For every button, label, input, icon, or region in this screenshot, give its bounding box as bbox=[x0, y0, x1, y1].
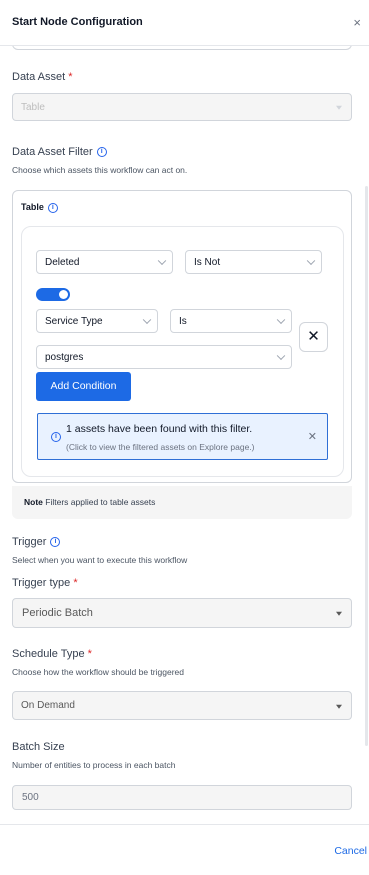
condition-operator-value: Is bbox=[179, 315, 187, 327]
batch-size-label: Batch Size bbox=[12, 741, 65, 753]
chevron-down-icon bbox=[142, 315, 152, 325]
note-label: Note bbox=[24, 497, 43, 507]
info-icon[interactable]: i bbox=[47, 202, 58, 213]
toggle-knob bbox=[59, 289, 68, 299]
assets-found-alert[interactable]: i 1 assets have been found with this fil… bbox=[37, 413, 328, 460]
data-asset-value: Table bbox=[21, 101, 45, 113]
condition-operator-value: Is Not bbox=[194, 256, 221, 268]
alert-subtitle: (Click to view the filtered assets on Ex… bbox=[66, 442, 255, 452]
condition-value-select[interactable]: postgres bbox=[36, 345, 292, 369]
drawer-title: Start Node Configuration bbox=[12, 16, 143, 28]
condition-field-select[interactable]: Service Type bbox=[36, 309, 158, 333]
schedule-type-help: Choose how the workflow should be trigge… bbox=[12, 667, 184, 677]
caret-down-icon bbox=[336, 704, 342, 709]
chevron-down-icon bbox=[276, 351, 286, 361]
schedule-type-value: On Demand bbox=[21, 700, 75, 711]
caret-down-icon bbox=[336, 611, 342, 616]
batch-size-help: Number of entities to process in each ba… bbox=[12, 760, 176, 770]
close-icon[interactable]: × bbox=[353, 16, 361, 29]
chevron-down-icon bbox=[276, 315, 286, 325]
close-icon[interactable]: ✕ bbox=[308, 430, 317, 443]
condition-value-text: postgres bbox=[45, 351, 84, 363]
scrollbar[interactable] bbox=[365, 186, 368, 746]
drawer-header: Start Node Configuration × bbox=[0, 0, 369, 46]
trigger-label: Trigger i bbox=[12, 536, 61, 548]
chevron-down-icon bbox=[157, 256, 167, 266]
condition-operator-select[interactable]: Is bbox=[170, 309, 292, 333]
condition-field-select[interactable]: Deleted bbox=[36, 250, 173, 274]
caret-down-icon bbox=[336, 105, 342, 110]
data-asset-filter-help: Choose which assets this workflow can ac… bbox=[12, 165, 188, 175]
data-asset-label: Data Asset * bbox=[12, 71, 73, 83]
and-or-toggle[interactable] bbox=[36, 288, 70, 301]
info-icon[interactable]: i bbox=[96, 147, 107, 158]
add-condition-button[interactable]: Add Condition bbox=[36, 372, 131, 401]
info-icon: i bbox=[51, 432, 61, 442]
condition-field-value: Service Type bbox=[45, 315, 103, 327]
data-asset-filter-label: Data Asset Filter i bbox=[12, 146, 107, 158]
batch-size-input[interactable]: 500 bbox=[12, 785, 352, 810]
filter-note: Note Filters applied to table assets bbox=[12, 486, 352, 519]
previous-field-edge bbox=[12, 46, 352, 50]
chevron-down-icon bbox=[306, 256, 316, 266]
remove-condition-button[interactable]: ✕ bbox=[299, 322, 328, 352]
note-text: Filters applied to table assets bbox=[45, 497, 156, 507]
trigger-type-select[interactable]: Periodic Batch bbox=[12, 598, 352, 628]
schedule-type-select[interactable]: On Demand bbox=[12, 691, 352, 720]
drawer-footer: Cancel bbox=[0, 824, 369, 875]
schedule-type-label: Schedule Type * bbox=[12, 648, 92, 660]
table-filter-title: Table i bbox=[21, 202, 58, 213]
trigger-type-label: Trigger type * bbox=[12, 577, 78, 589]
condition-field-value: Deleted bbox=[45, 256, 80, 268]
config-form[interactable]: Data Asset * Table Data Asset Filter i Ch… bbox=[0, 46, 369, 824]
condition-operator-select[interactable]: Is Not bbox=[185, 250, 322, 274]
trigger-type-value: Periodic Batch bbox=[22, 607, 93, 619]
cancel-button[interactable]: Cancel bbox=[334, 845, 367, 857]
data-asset-select[interactable]: Table bbox=[12, 93, 352, 121]
alert-title: 1 assets have been found with this filte… bbox=[66, 423, 253, 435]
trigger-help: Select when you want to execute this wor… bbox=[12, 555, 188, 565]
info-icon[interactable]: i bbox=[50, 537, 61, 548]
